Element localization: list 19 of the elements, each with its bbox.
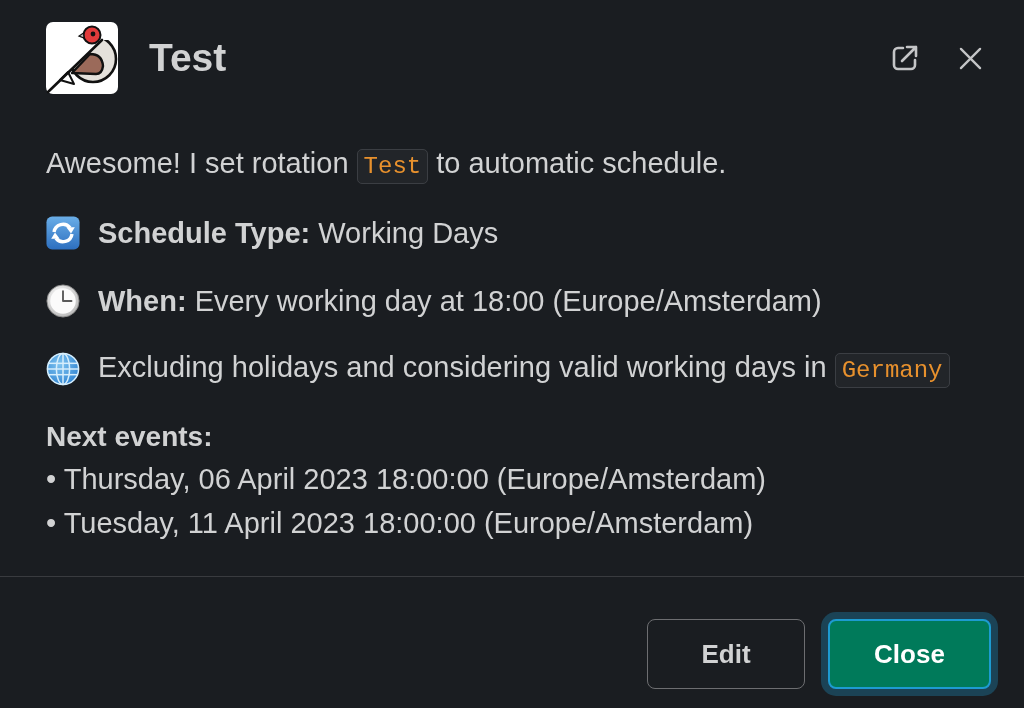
section-heading: Next events:	[46, 420, 214, 454]
event-item: • Tuesday, 11 April 2023 18:00:00 (Europe/Amsterdam)	[46, 507, 754, 539]
title: Test	[149, 35, 227, 81]
external-link-icon[interactable]	[891, 44, 919, 72]
inline-code: Germany	[834, 353, 950, 388]
message-text: When: Every working day at 18:00 (Europe/Amsterdam)	[98, 285, 822, 317]
close-icon[interactable]	[959, 46, 982, 70]
bird-icon	[46, 22, 118, 94]
clock-icon	[46, 284, 80, 318]
primary-button[interactable]: Close	[828, 619, 991, 689]
message-text: Schedule Type: Working Days	[98, 217, 499, 249]
secondary-button[interactable]: Edit	[647, 619, 805, 689]
inline-code: Test	[356, 149, 429, 184]
message-text: Awesome! I set rotation	[46, 147, 349, 179]
event-item: • Thursday, 06 April 2023 18:00:00 (Europe/Amsterdam)	[46, 463, 766, 495]
message-text: to automatic schedule.	[436, 147, 727, 179]
message-text: Excluding holidays and considering valid working days in	[98, 351, 827, 383]
repeat-arrows-icon	[46, 216, 80, 250]
globe-icon	[46, 352, 80, 386]
